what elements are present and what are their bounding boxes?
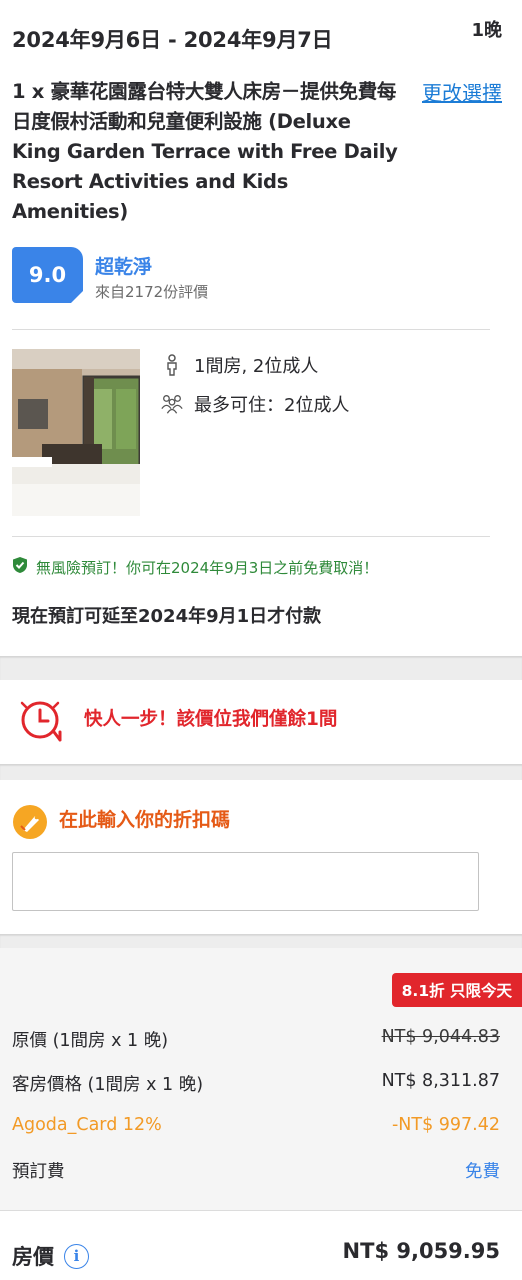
booking-summary-card: 2024年9月6日 - 2024年9月7日 1晚 1 x 豪華花園露台特大雙人床… <box>0 0 522 656</box>
price-label: Agoda_Card 12% <box>12 1115 162 1135</box>
pay-later-note: 現在預訂可延至2024年9月1日才付款 <box>12 606 322 627</box>
clock-alarm-icon <box>18 698 66 750</box>
coupon-icon <box>12 804 48 844</box>
price-label: 原價 (1間房 x 1 晚) <box>12 1031 169 1051</box>
review-score: 9.0 <box>28 263 67 287</box>
info-icon[interactable]: i <box>64 1243 89 1269</box>
shield-check-icon <box>12 556 28 578</box>
price-value-discount: -NT$ 997.42 <box>391 1115 500 1135</box>
section-separator <box>0 934 522 948</box>
price-value-original: NT$ 9,044.83 <box>381 1027 500 1047</box>
free-cancellation-text: 無風險預訂！你可在2024年9月3日之前免費取消！ <box>36 558 379 577</box>
price-value-room: NT$ 8,311.87 <box>381 1071 500 1091</box>
max-occupancy-row: 最多可住：2位成人 <box>160 391 349 417</box>
room-photo-image <box>12 349 140 516</box>
price-row-room: 客房價格 (1間房 x 1 晚) NT$ 8,311.87 <box>12 1071 500 1096</box>
section-separator <box>0 764 522 780</box>
divider <box>12 329 490 330</box>
price-label: 客房價格 (1間房 x 1 晚) <box>12 1075 204 1095</box>
total-price-label: 房價 <box>12 1245 54 1269</box>
total-price-label-group: 房價 i <box>12 1241 89 1271</box>
total-price-value: NT$ 9,059.95 <box>342 1239 500 1263</box>
change-selection-link[interactable]: 更改選擇 <box>422 77 502 106</box>
stay-dates: 2024年9月6日 - 2024年9月7日 <box>12 28 333 52</box>
review-count: 來自2172份評價 <box>95 283 209 301</box>
urgency-text: 快人一步！該價位我們僅餘1間 <box>84 709 338 730</box>
divider <box>12 536 490 537</box>
free-cancellation-note: 無風險預訂！你可在2024年9月3日之前免費取消！ <box>12 556 378 578</box>
discount-tag: 8.1折 只限今天 <box>391 973 522 1007</box>
section-separator <box>0 656 522 680</box>
review-score-label: 超乾淨 <box>95 256 153 278</box>
person-icon <box>160 353 184 377</box>
promo-code-input[interactable] <box>12 852 479 911</box>
nights-count: 1晚 <box>471 20 502 41</box>
price-row-agoda-card: Agoda_Card 12% -NT$ 997.42 <box>12 1115 500 1135</box>
promo-code-title: 在此輸入你的折扣碼 <box>59 809 231 831</box>
rooms-guests-row: 1間房, 2位成人 <box>160 352 318 378</box>
room-title: 1 x 豪華花園露台特大雙人床房－提供免費每日度假村活動和兒童便利設施 (Del… <box>12 80 398 223</box>
price-row-booking-fee: 預訂費 免費 <box>12 1158 500 1183</box>
room-photo[interactable] <box>12 349 140 516</box>
rooms-guests-text: 1間房, 2位成人 <box>194 356 319 377</box>
price-value-fee: 免費 <box>465 1162 500 1182</box>
group-icon <box>160 392 184 416</box>
max-occupancy-text: 最多可住：2位成人 <box>194 395 350 416</box>
price-label: 預訂費 <box>12 1162 65 1182</box>
review-score-badge: 9.0 <box>12 247 84 304</box>
price-row-original: 原價 (1間房 x 1 晚) NT$ 9,044.83 <box>12 1027 500 1052</box>
